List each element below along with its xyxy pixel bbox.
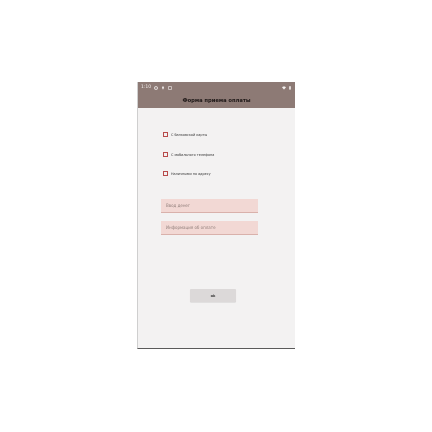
location-icon <box>162 85 165 90</box>
option-label: С мобильного телефона <box>171 152 215 157</box>
payment-info-input[interactable] <box>166 225 258 230</box>
amount-field[interactable] <box>161 199 258 213</box>
cash-checkbox[interactable] <box>163 171 168 176</box>
wifi-icon <box>282 85 286 90</box>
device-screen: 1:10 Форма приема оплаты С банковской ка… <box>137 82 295 349</box>
payment-info-field[interactable] <box>161 221 258 235</box>
payment-form: С банковской карты С мобильного телефона… <box>138 108 295 348</box>
bank-card-checkbox[interactable] <box>163 132 168 137</box>
option-label: Наличными по адресу <box>171 171 211 176</box>
status-bar: 1:10 <box>138 82 295 93</box>
settings-icon <box>154 85 158 90</box>
mobile-phone-checkbox[interactable] <box>163 152 168 157</box>
screen-icon <box>168 85 172 90</box>
option-mobile-phone[interactable]: С мобильного телефона <box>163 152 214 157</box>
status-bar-right <box>282 85 292 90</box>
option-label: С банковской карты <box>171 132 208 137</box>
ok-button[interactable]: ok <box>190 289 236 302</box>
app-bar: Форма приема оплаты <box>138 93 295 109</box>
status-bar-left: 1:10 <box>141 85 172 90</box>
page-title: Форма приема оплаты <box>182 97 251 104</box>
amount-input[interactable] <box>166 203 258 208</box>
option-bank-card[interactable]: С банковской карты <box>163 132 207 137</box>
option-cash[interactable]: Наличными по адресу <box>163 171 211 176</box>
battery-icon <box>289 85 291 90</box>
status-time: 1:10 <box>141 85 152 90</box>
